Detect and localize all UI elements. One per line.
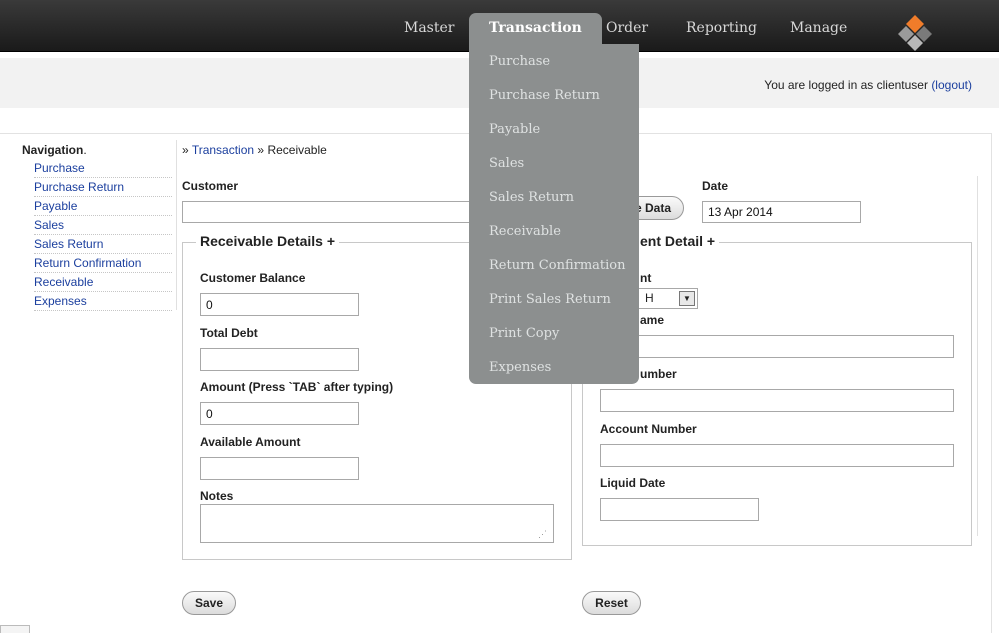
sidebar-item-sales-return[interactable]: Sales Return [34, 235, 172, 254]
sidebar-item-purchase-return[interactable]: Purchase Return [34, 178, 172, 197]
right-divider [977, 176, 978, 536]
breadcrumb-separator: » [182, 143, 189, 157]
dropdown-item-payable[interactable]: Payable [489, 122, 540, 137]
payment-detail-legend[interactable]: ent Detail + [636, 233, 720, 249]
customer-field[interactable] [182, 201, 482, 223]
available-amount-field[interactable] [200, 457, 359, 480]
name-field[interactable] [600, 335, 954, 358]
dropdown-item-sales-return[interactable]: Sales Return [489, 190, 574, 205]
dropdown-item-purchase-return[interactable]: Purchase Return [489, 88, 600, 103]
amount-field[interactable] [200, 402, 359, 425]
nav-master[interactable]: Master [404, 20, 454, 36]
liquid-date-field[interactable] [600, 498, 759, 521]
sidebar-item-purchase[interactable]: Purchase [34, 159, 172, 178]
login-status: You are logged in as clientuser (logout) [764, 78, 972, 92]
sidebar-item-sales[interactable]: Sales [34, 216, 172, 235]
dropdown-item-print-sales-return[interactable]: Print Sales Return [489, 292, 611, 307]
dropdown-item-receivable[interactable]: Receivable [489, 224, 561, 239]
receivable-details-legend[interactable]: Receivable Details + [196, 233, 340, 249]
transaction-dropdown-menu: Purchase Purchase Return Payable Sales S… [469, 44, 639, 384]
dropdown-item-print-copy[interactable]: Print Copy [489, 326, 559, 341]
payment-type-label: nt [640, 271, 652, 285]
sidebar-item-receivable[interactable]: Receivable [34, 273, 172, 292]
date-label: Date [702, 179, 729, 193]
breadcrumb: » Transaction » Receivable [182, 143, 327, 157]
account-number-field[interactable] [600, 444, 954, 467]
sidebar-divider [176, 140, 177, 310]
liquid-date-label: Liquid Date [600, 476, 666, 490]
breadcrumb-separator: » [257, 143, 265, 157]
date-field[interactable] [702, 201, 861, 223]
customer-balance-field[interactable] [200, 293, 359, 316]
notes-label: Notes [200, 489, 234, 503]
breadcrumb-current: Receivable [267, 143, 327, 157]
sidebar-title-suffix: . [83, 143, 87, 157]
dropdown-item-return-confirmation[interactable]: Return Confirmation [489, 258, 626, 273]
dropdown-item-purchase[interactable]: Purchase [489, 54, 550, 69]
dropdown-item-expenses[interactable]: Expenses [489, 360, 551, 375]
sidebar-title-text: Navigation [22, 143, 84, 157]
sidebar-item-expenses[interactable]: Expenses [34, 292, 172, 311]
chevron-down-icon[interactable]: ▼ [679, 291, 695, 306]
number-field[interactable] [600, 389, 954, 412]
available-amount-label: Available Amount [200, 435, 301, 449]
number-label: umber [640, 367, 677, 381]
sidebar-item-payable[interactable]: Payable [34, 197, 172, 216]
save-button[interactable]: Save [182, 591, 236, 615]
customer-balance-label: Customer Balance [200, 271, 306, 285]
customer-label: Customer [182, 179, 239, 193]
corner-tab[interactable] [0, 625, 30, 633]
nav-manage[interactable]: Manage [790, 20, 847, 36]
sidebar-item-return-confirmation[interactable]: Return Confirmation [34, 254, 172, 273]
reset-button[interactable]: Reset [582, 591, 641, 615]
nav-reporting[interactable]: Reporting [686, 20, 757, 36]
resize-handle-icon[interactable]: ⋰ [538, 529, 547, 540]
notes-textarea[interactable] [200, 504, 554, 543]
total-debt-field[interactable] [200, 348, 359, 371]
nav-order[interactable]: Order [606, 20, 648, 36]
sidebar-title: Navigation. [22, 143, 87, 157]
name-label: ame [640, 313, 665, 327]
login-text: You are logged in as clientuser [764, 78, 928, 92]
logout-link[interactable]: (logout) [931, 78, 972, 92]
dropdown-item-sales[interactable]: Sales [489, 156, 524, 171]
breadcrumb-transaction-link[interactable]: Transaction [192, 143, 254, 157]
app-logo-icon [898, 15, 932, 51]
amount-label: Amount (Press `TAB` after typing) [200, 380, 394, 394]
total-debt-label: Total Debt [200, 326, 258, 340]
payment-type-select[interactable]: H ▼ [630, 288, 698, 309]
account-number-label: Account Number [600, 422, 697, 436]
